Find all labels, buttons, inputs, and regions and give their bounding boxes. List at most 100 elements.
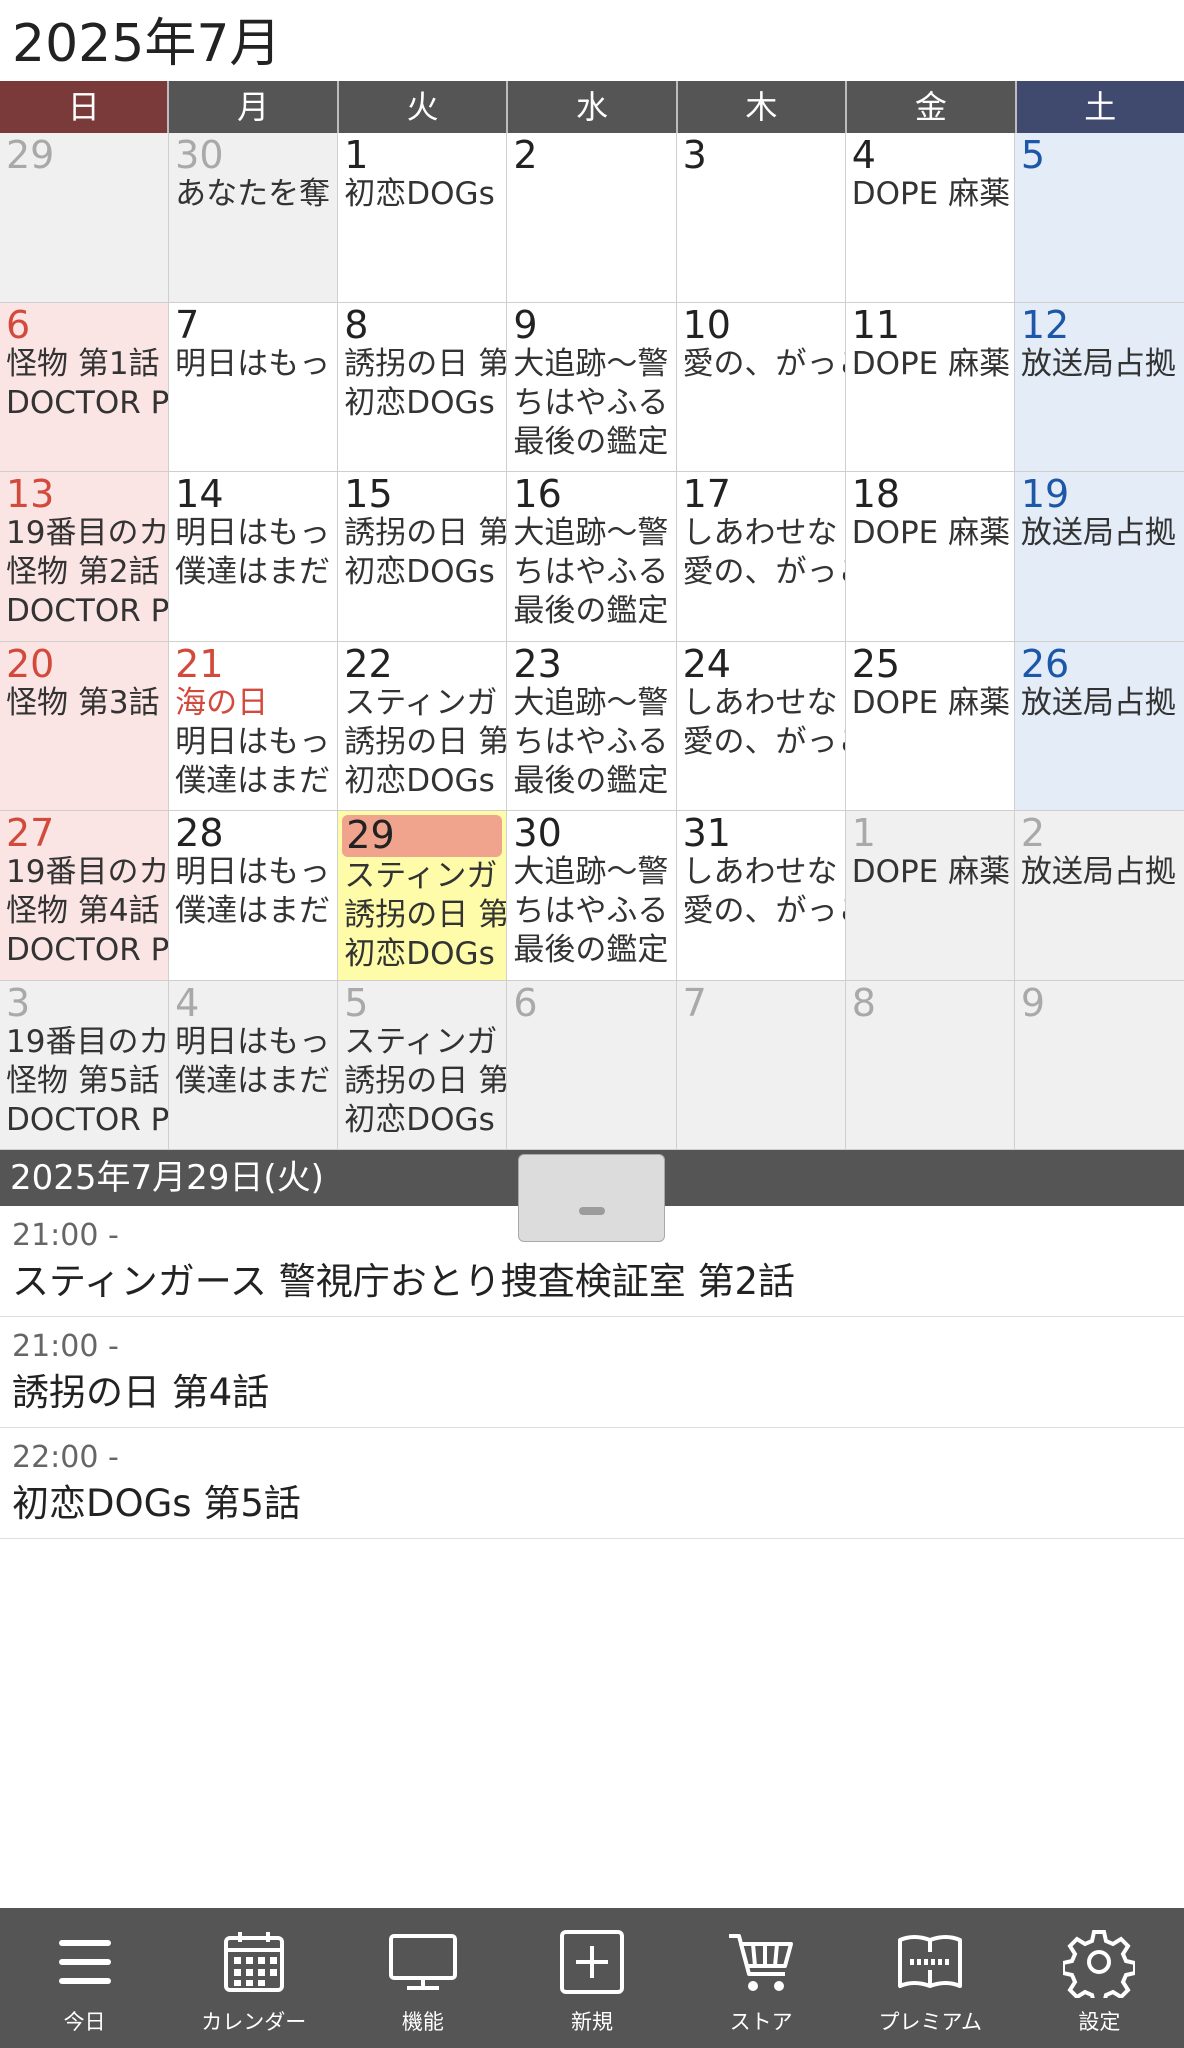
day-cell[interactable]: 21 海の日 明日はもっ 僕達はまだ (169, 641, 339, 811)
event-chip: しあわせな (682, 684, 838, 721)
day-cell[interactable]: 22 スティンガ 誘拐の日 第初恋DOGs (338, 641, 508, 811)
day-cell[interactable]: 2 (507, 133, 677, 303)
day-cell[interactable]: 30 大追跡〜警 ちはやふる 最後の鑑定 (507, 811, 677, 981)
day-cell[interactable]: 14 明日はもっ 僕達はまだ (169, 472, 339, 642)
nav-premium-button[interactable]: プレミアム (846, 1908, 1015, 2048)
day-cell[interactable]: 5 (1014, 133, 1184, 303)
event-chip: 最後の鑑定 (513, 762, 669, 799)
day-number: 6 (513, 980, 538, 1025)
day-cell[interactable]: 31しあわせな愛の、がっこ (676, 811, 846, 981)
nav-new-button[interactable]: 新規 (507, 1908, 676, 2048)
day-events: スティンガ 誘拐の日 第初恋DOGs (338, 684, 506, 801)
day-cell[interactable]: 3 19番目のカ 怪物 第5話 DOCTOR P (0, 980, 170, 1150)
day-cell[interactable]: 27 19番目のカ 怪物 第4話 DOCTOR P (0, 811, 170, 981)
day-cell[interactable]: 19 放送局占拠 (1014, 472, 1184, 642)
event-chip: 愛の、がっこ (682, 723, 845, 760)
event-time: 21:00 - (12, 1218, 119, 1253)
day-cell[interactable]: 1 初恋DOGs (338, 133, 508, 303)
day-cell[interactable]: 11 DOPE 麻薬 (845, 302, 1015, 472)
day-cell[interactable]: 30 あなたを奪 (169, 133, 339, 303)
event-chip: 大追跡〜警 (513, 854, 669, 890)
day-cell[interactable]: 7 明日はもっ (169, 302, 339, 472)
day-cell[interactable]: 6 (507, 980, 677, 1150)
day-events: DOPE 麻薬 (846, 175, 1014, 214)
day-events: スティンガ 誘拐の日 第初恋DOGs (338, 1023, 506, 1140)
event-chip: DOPE 麻薬 (851, 345, 1011, 382)
day-cell[interactable]: 3 (676, 133, 846, 303)
day-events: DOPE 麻薬 (846, 345, 1014, 384)
event-chip: 僕達はまだ (175, 762, 331, 799)
day-cell[interactable]: 12 放送局占拠 (1014, 302, 1184, 472)
day-cell[interactable]: 5 スティンガ 誘拐の日 第初恋DOGs (338, 980, 508, 1150)
day-number: 24 (682, 641, 731, 686)
nav-store-button[interactable]: ストア (677, 1908, 846, 2048)
day-cell[interactable]: 10愛の、がっこ (676, 302, 846, 472)
event-chip: 愛の、がっこ (682, 345, 845, 382)
day-cell[interactable]: 7 (676, 980, 846, 1150)
event-chip: 初恋DOGs (344, 554, 495, 590)
nav-calendar-button[interactable]: カレンダー (169, 1908, 338, 2048)
day-events: 明日はもっ 僕達はまだ (169, 514, 337, 592)
day-cell[interactable]: 28 明日はもっ 僕達はまだ (169, 811, 339, 981)
day-number: 28 (175, 811, 224, 855)
day-cell[interactable]: 1 DOPE 麻薬 (845, 811, 1015, 981)
event-chip: 誘拐の日 第 (344, 723, 507, 760)
event-chip: 僕達はまだ (175, 1062, 331, 1099)
day-number: 29 (342, 815, 503, 857)
day-cell[interactable]: 4 DOPE 麻薬 (845, 133, 1015, 303)
day-cell[interactable]: 8 誘拐の日 第初恋DOGs (338, 302, 508, 472)
event-chip: 誘拐の日 第 (344, 345, 507, 382)
event-chip: 誘拐の日 第 (344, 1062, 507, 1099)
day-cell[interactable]: 13 19番目のカ 怪物 第2話 DOCTOR P (0, 472, 170, 642)
day-cell[interactable]: 15 誘拐の日 第初恋DOGs (338, 472, 508, 642)
event-time: 21:00 - (12, 1329, 119, 1364)
day-number: 13 (6, 472, 55, 516)
weekday-friday: 金 (847, 81, 1017, 133)
event-chip: 19番目のカ (6, 515, 169, 551)
day-events: 明日はもっ 僕達はまだ (169, 1023, 337, 1101)
nav-label: 今日 (63, 2010, 106, 2034)
nav-label: プレミアム (878, 2010, 983, 2034)
nav-features-button[interactable]: 機能 (338, 1908, 507, 2048)
day-cell[interactable]: 24しあわせな愛の、がっこ (676, 641, 846, 811)
day-cell[interactable]: 9 大追跡〜警 ちはやふる 最後の鑑定 (507, 302, 677, 472)
day-cell[interactable]: 25 DOPE 麻薬 (845, 641, 1015, 811)
day-events: 放送局占拠 (1015, 853, 1184, 892)
day-number: 9 (1020, 980, 1046, 1025)
day-cell[interactable]: 6 怪物 第1話 DOCTOR P (0, 302, 170, 472)
event-item[interactable]: 22:00 - 初恋DOGs 第5話 (0, 1428, 1184, 1539)
day-events: 怪物 第1話 DOCTOR P (0, 345, 168, 423)
day-cell[interactable]: 26 放送局占拠 (1014, 641, 1184, 811)
gear-icon (1063, 1930, 1136, 1998)
day-number: 20 (6, 641, 55, 686)
day-events: DOPE 麻薬 (846, 853, 1014, 892)
day-number: 9 (513, 302, 538, 347)
day-cell[interactable]: 8 (845, 980, 1015, 1150)
day-number: 4 (175, 980, 200, 1025)
event-chip: 僕達はまだ (175, 554, 331, 590)
day-cell[interactable]: 9 (1014, 980, 1184, 1150)
day-number: 2 (1020, 811, 1046, 855)
day-events: 誘拐の日 第初恋DOGs (338, 345, 506, 423)
day-number: 11 (851, 302, 901, 347)
day-cell[interactable]: 16 大追跡〜警 ちはやふる 最後の鑑定 (507, 472, 677, 642)
day-cell[interactable]: 20 怪物 第3話 (0, 641, 170, 811)
day-cell[interactable]: 4 明日はもっ 僕達はまだ (169, 980, 339, 1150)
event-chip: 明日はもっ (175, 854, 331, 890)
day-cell[interactable]: 29 (0, 133, 170, 303)
event-chip: 怪物 第4話 (6, 893, 160, 929)
event-item[interactable]: 21:00 - スティンガース 警視庁おとり捜査検証室 第2話 (0, 1206, 1184, 1317)
event-chip: DOCTOR P (6, 593, 169, 629)
day-cell[interactable]: 23 大追跡〜警 ちはやふる 最後の鑑定 (507, 641, 677, 811)
nav-today-button[interactable]: 今日 (0, 1908, 169, 2048)
day-cell[interactable]: 18 DOPE 麻薬 (845, 472, 1015, 642)
day-cell[interactable]: 17しあわせな愛の、がっこ (676, 472, 846, 642)
day-cell[interactable]: 2 放送局占拠 (1014, 811, 1184, 981)
event-item[interactable]: 21:00 - 誘拐の日 第4話 (0, 1317, 1184, 1428)
nav-settings-button[interactable]: 設定 (1015, 1908, 1184, 2048)
event-chip: DOPE 麻薬 (851, 176, 1011, 212)
day-cell-today[interactable]: 29 スティンガ 誘拐の日 第初恋DOGs (338, 811, 508, 981)
day-events: 放送局占拠 (1015, 345, 1184, 384)
day-events: 怪物 第3話 (0, 684, 168, 723)
event-chip: 明日はもっ (175, 1023, 331, 1060)
